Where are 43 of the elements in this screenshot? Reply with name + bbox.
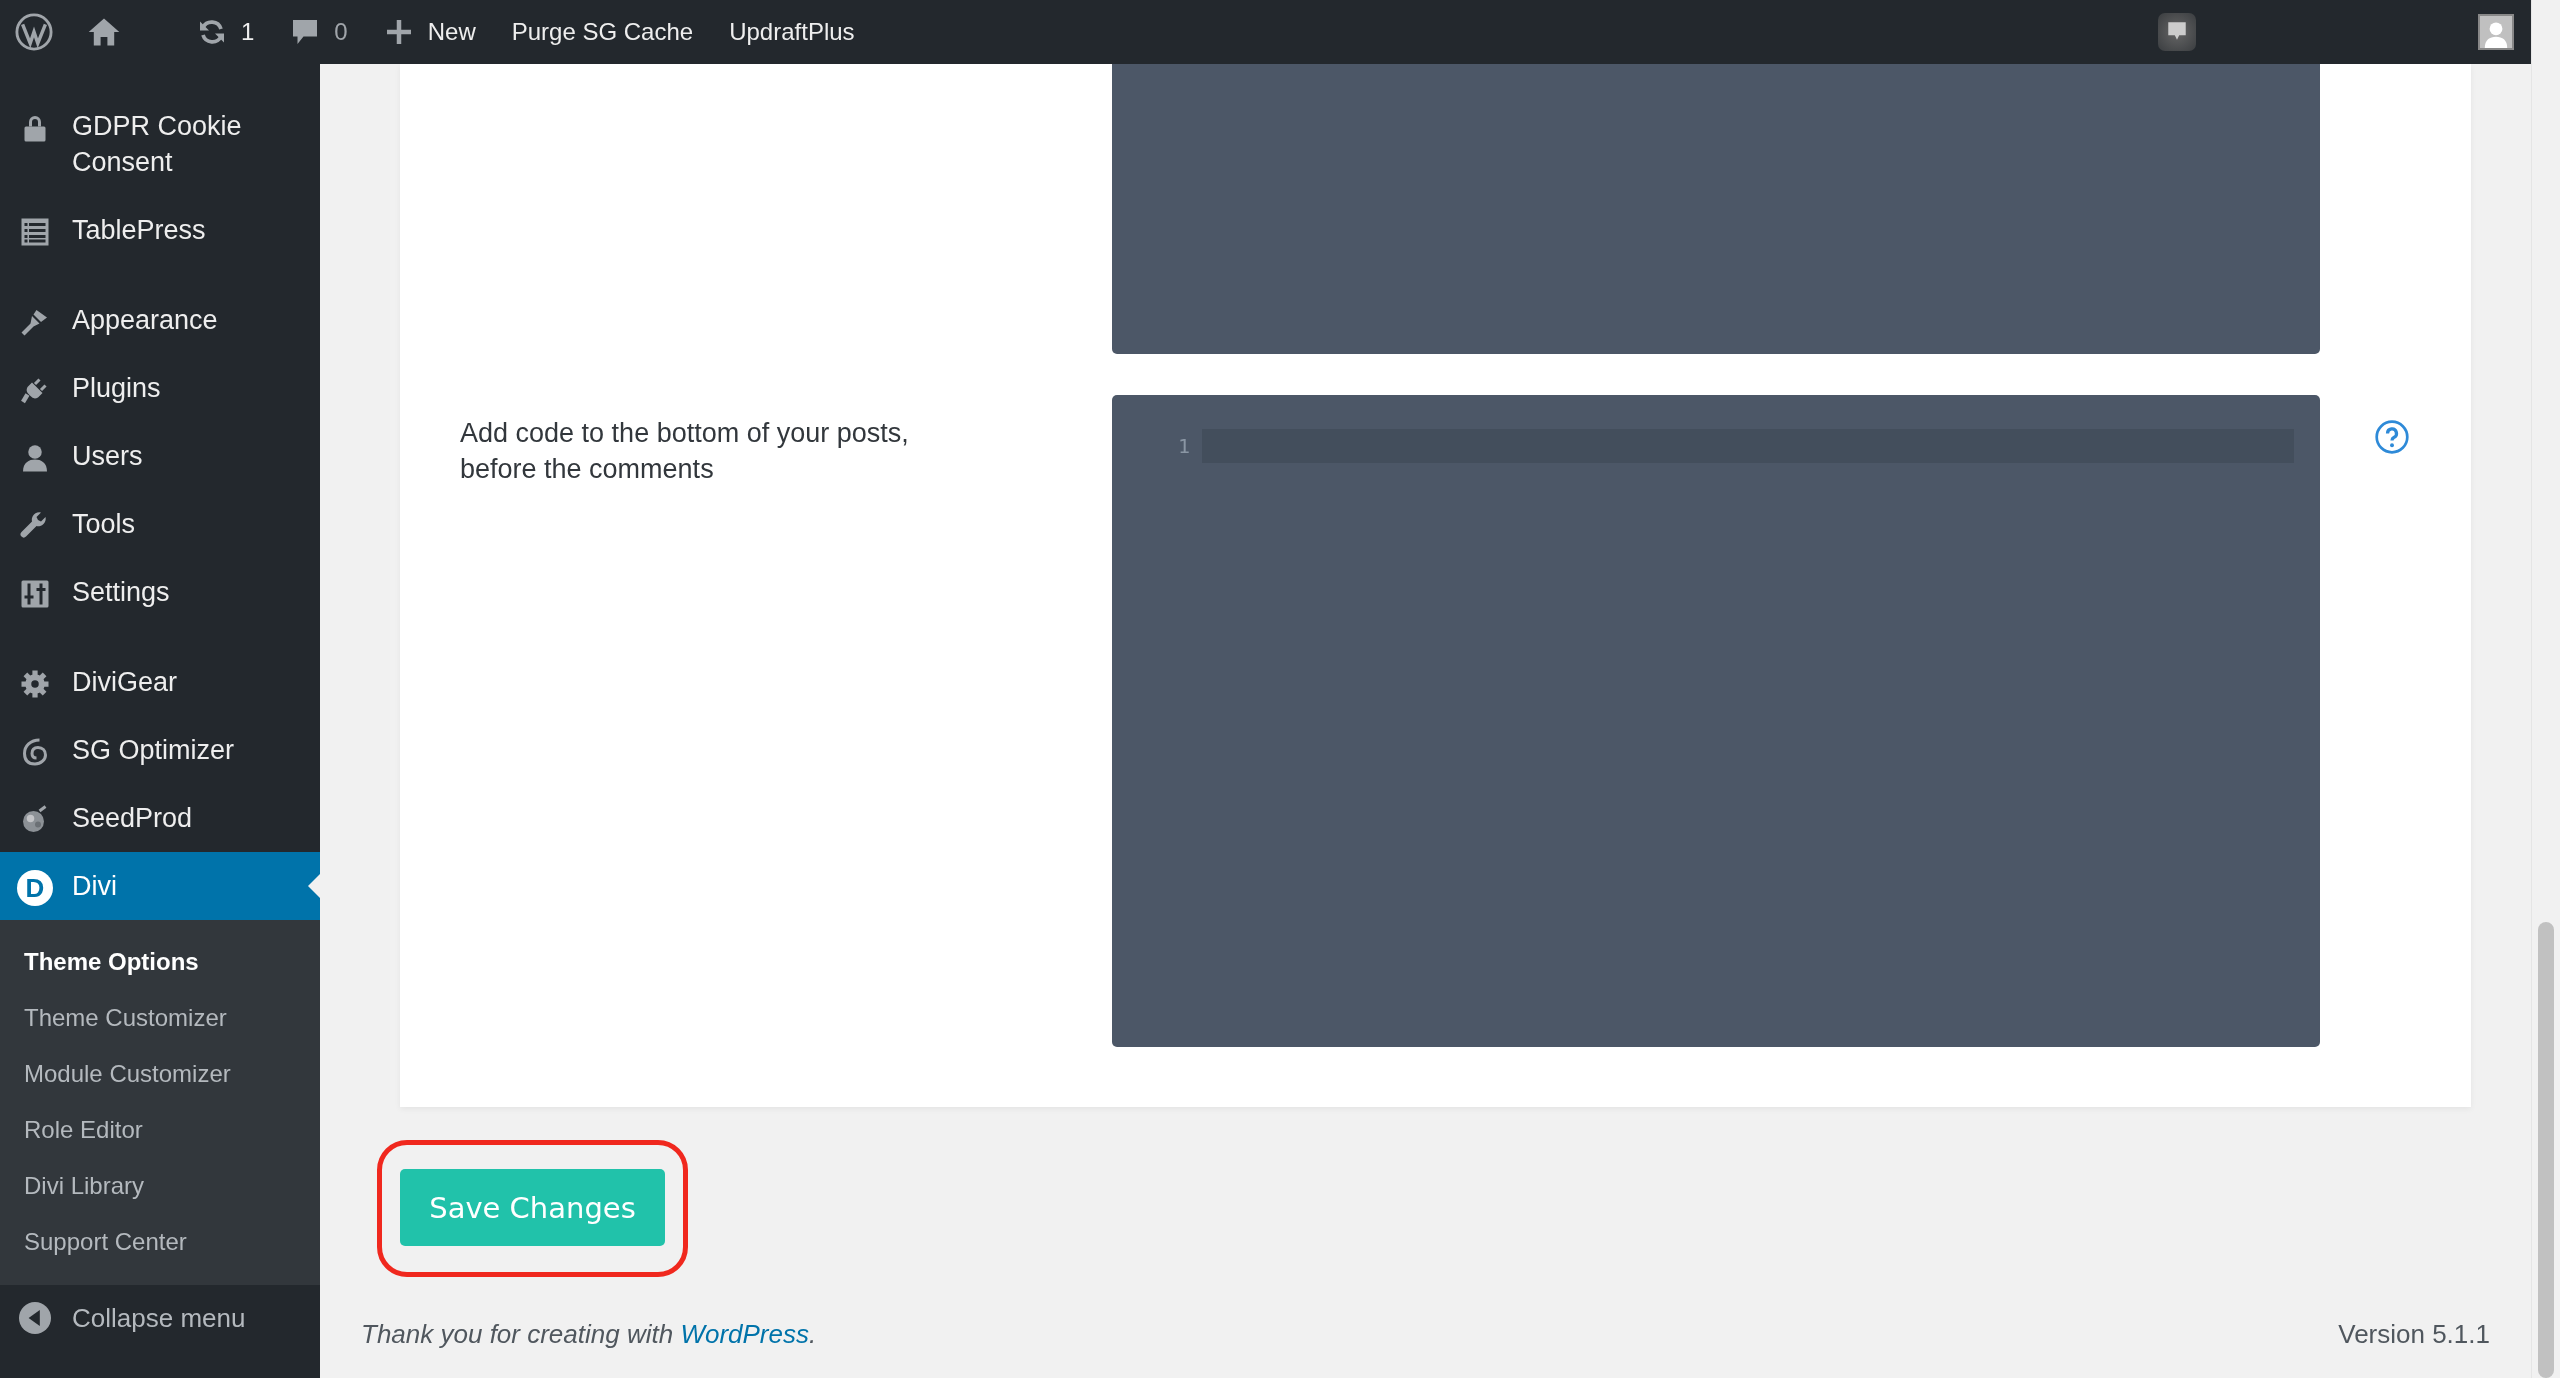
avatar-icon[interactable] xyxy=(2478,14,2514,50)
menu-item[interactable]: Settings xyxy=(0,558,320,626)
updates-link[interactable]: 1 xyxy=(179,0,273,64)
menu-item[interactable]: Appearance xyxy=(0,286,320,354)
version-text: Version 5.1.1 xyxy=(2338,1319,2490,1350)
sliders-icon xyxy=(20,579,50,609)
brush-icon xyxy=(20,307,50,337)
swirl-icon xyxy=(20,737,50,767)
menu-item[interactable]: SeedProd xyxy=(0,784,320,852)
submenu-item[interactable]: Role Editor xyxy=(0,1102,320,1158)
footer-credit: Thank you for creating with WordPress. xyxy=(361,1319,817,1350)
submenu-item[interactable]: Theme Customizer xyxy=(0,990,320,1046)
logo-icon: D xyxy=(17,870,53,906)
field-label: Add code to the bottom of your posts, before the comments xyxy=(460,417,910,486)
user-icon xyxy=(20,443,50,473)
toolbar-link[interactable]: Purge SG Cache xyxy=(493,0,712,64)
line-number: 1 xyxy=(1176,434,1191,458)
menu-item[interactable]: Plugins xyxy=(0,354,320,422)
menu-item[interactable]: TablePress xyxy=(0,196,320,264)
logo-icon[interactable] xyxy=(15,13,53,51)
menu-item[interactable]: Users xyxy=(0,422,320,490)
collapse-icon xyxy=(19,1302,51,1334)
help-icon[interactable] xyxy=(2374,419,2410,455)
current-pointer-icon xyxy=(308,874,320,898)
menu-item[interactable]: D Divi xyxy=(0,852,320,920)
chat-icon[interactable] xyxy=(2158,13,2196,51)
menu-item[interactable]: SG Optimizer xyxy=(0,716,320,784)
wordpress-link[interactable]: WordPress xyxy=(680,1319,809,1349)
menu-item[interactable]: DiviGear xyxy=(0,648,320,716)
new-link[interactable]: New xyxy=(365,0,494,64)
plug-icon xyxy=(20,375,50,405)
menu-item[interactable]: Tools xyxy=(0,490,320,558)
menu-item[interactable]: GDPR Cookie Consent xyxy=(0,92,320,196)
submenu-item[interactable]: Theme Options xyxy=(0,934,320,990)
toolbar-link[interactable]: UpdraftPlus xyxy=(711,0,873,64)
submenu-item[interactable]: Module Customizer xyxy=(0,1046,320,1102)
refresh-icon xyxy=(197,17,227,47)
collapse-menu-button[interactable]: Collapse menu xyxy=(0,1285,320,1351)
comments-link[interactable]: 0 xyxy=(272,0,366,64)
submenu-item[interactable]: Divi Library xyxy=(0,1158,320,1214)
gear-icon xyxy=(20,669,50,699)
submenu-item[interactable]: Support Center xyxy=(0,1214,320,1270)
table-icon xyxy=(20,217,50,247)
